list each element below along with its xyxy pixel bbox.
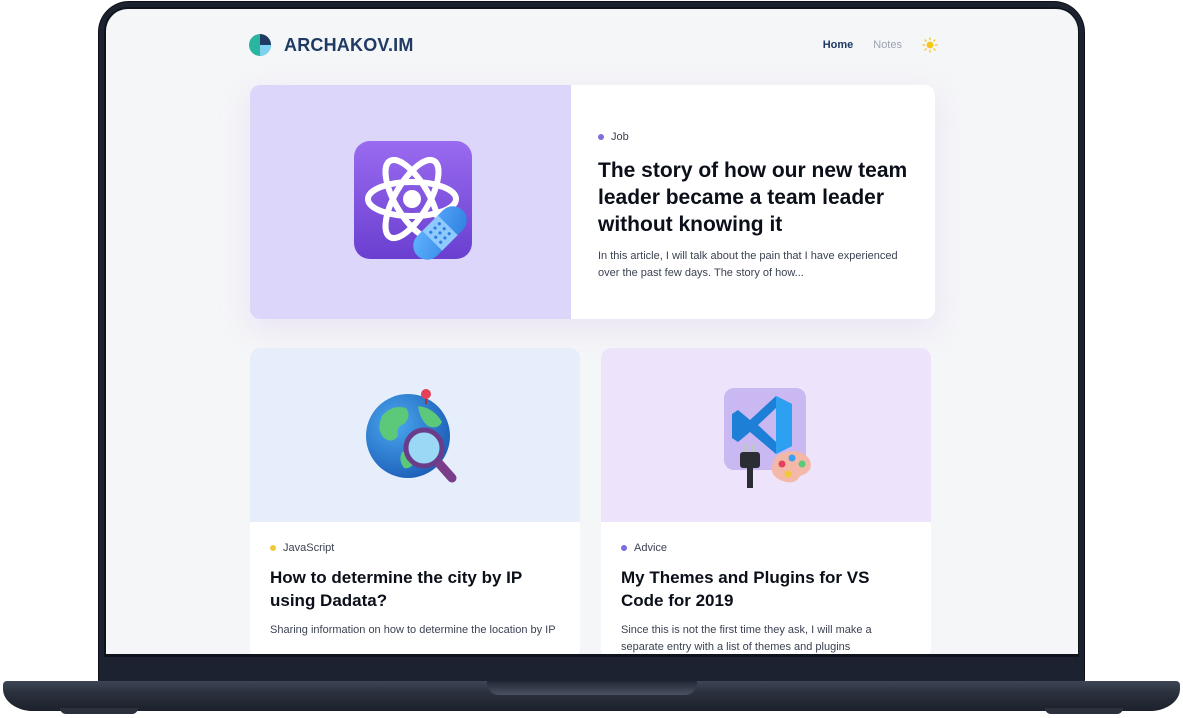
react-atom-bandage-icon: [354, 141, 472, 260]
article-card-image: [601, 348, 931, 522]
globe-magnifier-icon: [366, 389, 457, 483]
article-card[interactable]: Advice My Themes and Plugins for VS Code…: [601, 348, 931, 654]
featured-article-body: Job The story of how our new team leader…: [598, 131, 908, 282]
sun-icon: [922, 37, 938, 53]
article-card-excerpt: Since this is not the first time they as…: [621, 624, 872, 653]
category-label: Job: [611, 131, 629, 143]
category-label: Advice: [634, 542, 668, 554]
main-nav: Home Notes: [823, 37, 938, 53]
category-tag[interactable]: JavaScript: [270, 542, 560, 554]
featured-article-excerpt: In this article, I will talk about the p…: [598, 250, 898, 279]
laptop-hinge-notch: [487, 681, 697, 695]
article-card-image: [250, 348, 580, 522]
article-card[interactable]: JavaScript How to determine the city by …: [250, 348, 580, 654]
article-card-title[interactable]: My Themes and Plugins for VS Code for 20…: [621, 566, 911, 612]
vscode-plugin-palette-icon: [724, 388, 811, 488]
logo-icon: [249, 34, 271, 56]
category-dot: [598, 134, 604, 140]
featured-article-image: [250, 85, 571, 319]
nav-notes-link[interactable]: Notes: [873, 39, 902, 51]
site-header: ARCHAKOV.IM Home Notes: [248, 31, 938, 61]
category-dot: [621, 545, 627, 551]
featured-article-title[interactable]: The story of how our new team leader bec…: [598, 157, 908, 238]
article-card-excerpt: Sharing information on how to determine …: [270, 624, 556, 636]
featured-article-card[interactable]: Job The story of how our new team leader…: [250, 85, 935, 319]
laptop-foot: [60, 708, 138, 714]
site-logo-text: ARCHAKOV.IM: [284, 34, 414, 55]
category-label: JavaScript: [283, 542, 335, 554]
nav-home-link[interactable]: Home: [823, 39, 854, 51]
category-tag[interactable]: Advice: [621, 542, 911, 554]
laptop-frame: ARCHAKOV.IM Home Notes Job The story of …: [0, 0, 1183, 718]
browser-screen: ARCHAKOV.IM Home Notes Job The story of …: [106, 9, 1078, 654]
laptop-foot: [1045, 708, 1123, 714]
theme-toggle-button[interactable]: [922, 37, 938, 53]
category-dot: [270, 545, 276, 551]
article-card-body: JavaScript How to determine the city by …: [250, 522, 580, 639]
site-logo[interactable]: ARCHAKOV.IM: [248, 33, 414, 57]
article-card-title[interactable]: How to determine the city by IP using Da…: [270, 566, 560, 612]
category-tag[interactable]: Job: [598, 131, 908, 143]
article-card-body: Advice My Themes and Plugins for VS Code…: [601, 522, 931, 654]
